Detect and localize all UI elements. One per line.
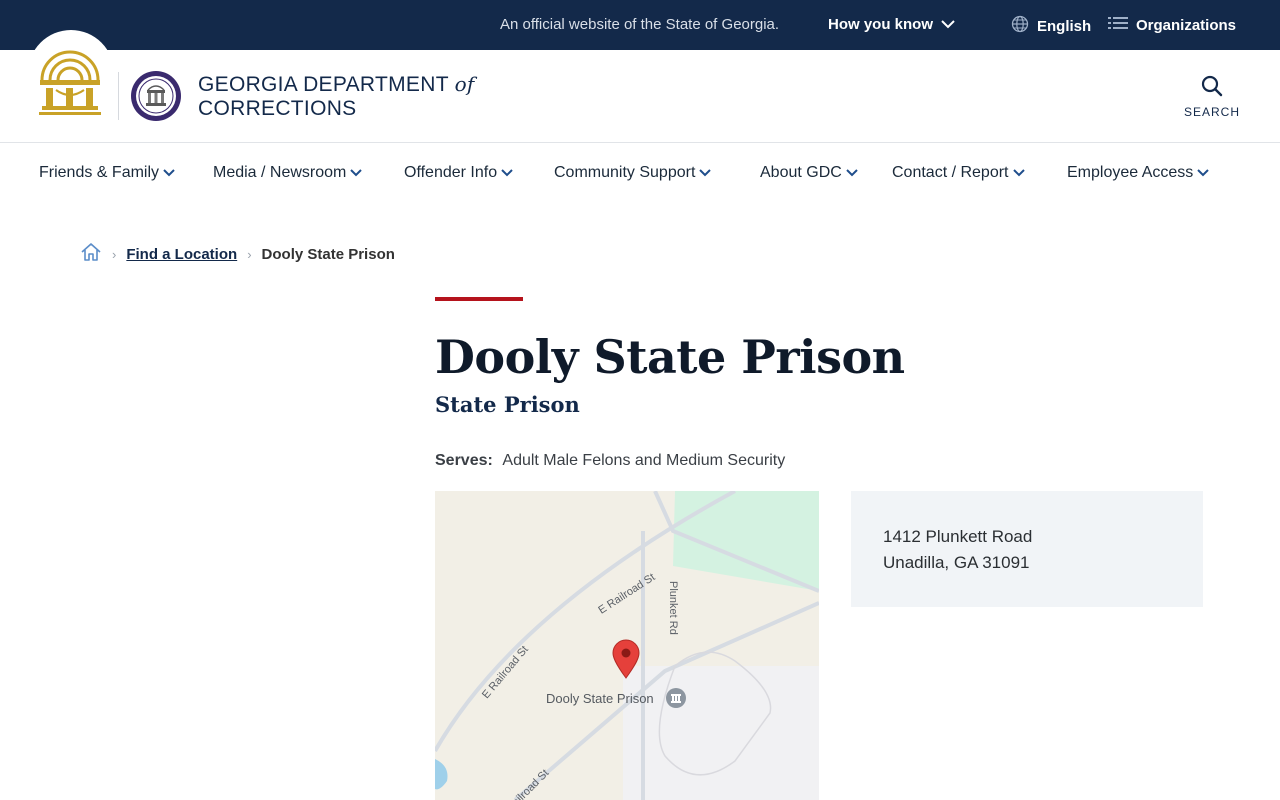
nav-label: About GDC <box>760 164 842 181</box>
brand-of: of <box>454 72 475 96</box>
nav-label: Friends & Family <box>39 164 160 181</box>
language-selector[interactable]: English <box>1011 15 1091 37</box>
search-label: SEARCH <box>1183 105 1240 119</box>
chevron-down-icon <box>846 169 858 177</box>
search-button[interactable]: SEARCH <box>1180 74 1244 119</box>
address-line-1: 1412 Plunkett Road <box>883 527 1033 546</box>
globe-icon <box>1011 15 1029 37</box>
chevron-down-icon <box>163 169 175 177</box>
nav-label: Contact / Report <box>892 164 1009 181</box>
page-subtitle: State Prison <box>435 392 580 417</box>
nav-label: Media / Newsroom <box>213 164 347 181</box>
how-you-know-label: How you know <box>828 16 933 33</box>
street-label-plunket-rd: Plunket Rd <box>667 581 679 635</box>
organizations-menu[interactable]: Organizations <box>1108 15 1236 35</box>
main-navigation: Friends & Family Media / Newsroom Offend… <box>0 143 1280 205</box>
serves-info: Serves: Adult Male Felons and Medium Sec… <box>435 452 785 470</box>
how-you-know-toggle[interactable]: How you know <box>828 16 955 33</box>
nav-label: Community Support <box>554 164 696 181</box>
gdc-seal-logo[interactable] <box>130 70 182 122</box>
organizations-label: Organizations <box>1136 16 1237 34</box>
logo-divider <box>118 72 119 120</box>
nav-offender-info[interactable]: Offender Info <box>404 164 513 182</box>
chevron-down-icon <box>941 16 955 33</box>
official-site-text: An official website of the State of Geor… <box>500 16 780 33</box>
serves-value: Adult Male Felons and Medium Security <box>502 452 786 469</box>
home-icon[interactable] <box>80 242 102 266</box>
nav-community-support[interactable]: Community Support <box>554 164 712 182</box>
brand-line-2: CORRECTIONS <box>198 97 357 120</box>
list-icon <box>1108 15 1128 35</box>
place-landmark-icon <box>666 688 686 708</box>
page-title: Dooly State Prison <box>435 330 905 384</box>
language-label: English <box>1037 17 1092 35</box>
site-brand-title[interactable]: GEORGIA DEPARTMENT of CORRECTIONS <box>198 72 475 121</box>
breadcrumb: › Find a Location › Dooly State Prison <box>80 242 395 266</box>
title-accent-bar <box>435 297 523 301</box>
breadcrumb-current: Dooly State Prison <box>261 245 395 263</box>
breadcrumb-separator-icon: › <box>247 246 252 262</box>
facility-grounds <box>623 666 819 800</box>
nav-employee-access[interactable]: Employee Access <box>1067 164 1209 182</box>
chevron-down-icon <box>699 169 712 177</box>
breadcrumb-find-location-link[interactable]: Find a Location <box>126 246 237 263</box>
brand-line-1: GEORGIA DEPARTMENT <box>198 73 449 96</box>
map-place-label: Dooly State Prison <box>546 691 654 706</box>
nav-label: Offender Info <box>404 164 498 181</box>
official-site-banner: An official website of the State of Geor… <box>0 0 1280 50</box>
site-header <box>0 50 1280 143</box>
nav-media-newsroom[interactable]: Media / Newsroom <box>213 164 363 182</box>
chevron-down-icon <box>1012 169 1025 177</box>
location-map[interactable]: E Railroad St E Railroad St Plunket Rd R… <box>435 491 819 800</box>
address-card: 1412 Plunkett Road Unadilla, GA 31091 <box>851 491 1203 607</box>
chevron-down-icon <box>501 169 513 177</box>
georgia-seal-logo[interactable] <box>36 40 104 116</box>
breadcrumb-separator-icon: › <box>112 246 117 262</box>
nav-contact-report[interactable]: Contact / Report <box>892 164 1025 182</box>
chevron-down-icon <box>1197 169 1209 177</box>
chevron-down-icon <box>350 169 363 177</box>
search-icon <box>1200 75 1224 102</box>
address-line-2: Unadilla, GA 31091 <box>883 553 1030 572</box>
nav-label: Employee Access <box>1067 164 1194 181</box>
serves-label: Serves: <box>435 452 493 469</box>
nav-friends-family[interactable]: Friends & Family <box>39 164 175 182</box>
nav-about-gdc[interactable]: About GDC <box>760 164 858 182</box>
